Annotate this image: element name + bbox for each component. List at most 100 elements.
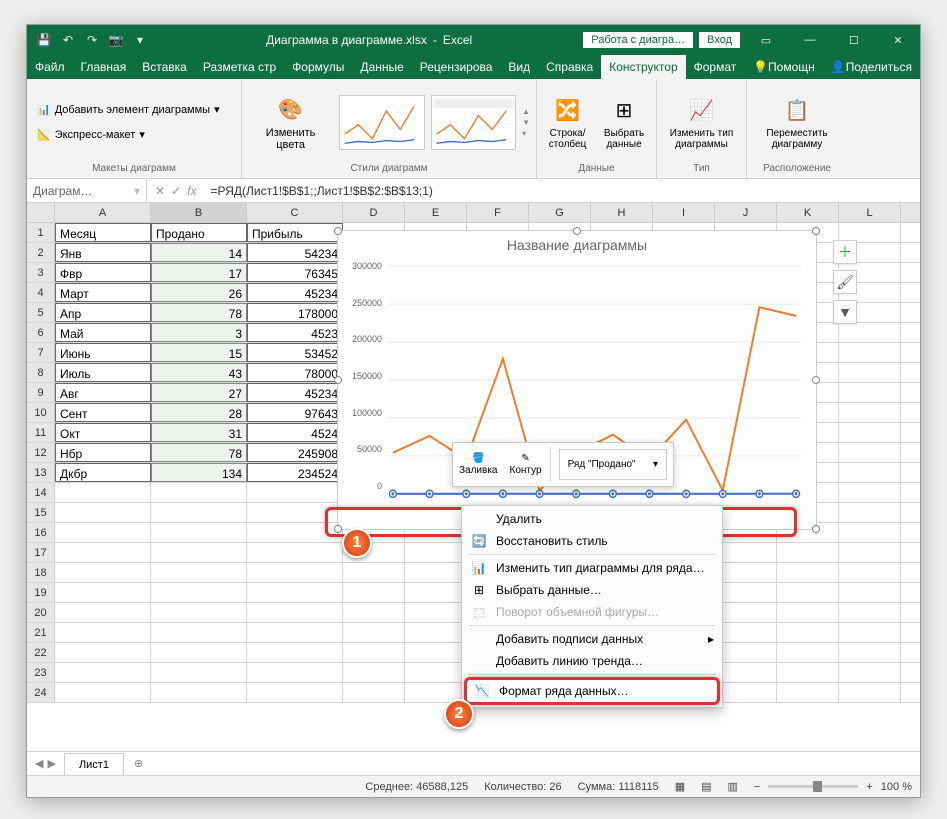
- camera-icon[interactable]: 📷: [109, 33, 123, 47]
- ctx-add-labels[interactable]: Добавить подписи данных▸: [464, 628, 720, 650]
- cell[interactable]: [839, 363, 901, 382]
- col-header-J[interactable]: J: [715, 203, 777, 222]
- cell[interactable]: [55, 583, 151, 602]
- cell[interactable]: [343, 603, 405, 622]
- cell[interactable]: 4524: [247, 423, 343, 442]
- fx-icon[interactable]: fx: [187, 184, 196, 198]
- tab-help[interactable]: Справка: [538, 55, 601, 79]
- cell[interactable]: [343, 643, 405, 662]
- cell[interactable]: 134: [151, 463, 247, 482]
- cell[interactable]: [405, 603, 467, 622]
- cell[interactable]: [55, 603, 151, 622]
- cell[interactable]: [715, 663, 777, 682]
- cell[interactable]: Месяц: [55, 223, 151, 242]
- cell[interactable]: [151, 563, 247, 582]
- cell[interactable]: [715, 563, 777, 582]
- cell[interactable]: [839, 663, 901, 682]
- cell[interactable]: [151, 643, 247, 662]
- cell[interactable]: 234524: [247, 463, 343, 482]
- view-page-layout-icon[interactable]: ▤: [701, 780, 711, 793]
- cell[interactable]: Окт: [55, 423, 151, 442]
- cell[interactable]: [247, 663, 343, 682]
- redo-icon[interactable]: ↷: [85, 33, 99, 47]
- cell[interactable]: [839, 603, 901, 622]
- row-header-21[interactable]: 21: [27, 623, 55, 642]
- col-header-K[interactable]: K: [777, 203, 839, 222]
- cell[interactable]: Март: [55, 283, 151, 302]
- cell[interactable]: [405, 663, 467, 682]
- cell[interactable]: [839, 583, 901, 602]
- ctx-select-data[interactable]: ⊞Выбрать данные…: [464, 579, 720, 601]
- share-button[interactable]: 👤 Поделиться: [823, 55, 920, 79]
- cell[interactable]: [247, 563, 343, 582]
- cancel-fx-icon[interactable]: ✕: [155, 184, 165, 198]
- row-header-15[interactable]: 15: [27, 503, 55, 522]
- row-header-17[interactable]: 17: [27, 543, 55, 562]
- cell[interactable]: [55, 563, 151, 582]
- cell[interactable]: [777, 563, 839, 582]
- cell[interactable]: [55, 643, 151, 662]
- ctx-delete[interactable]: Удалить: [464, 508, 720, 530]
- row-header-11[interactable]: 11: [27, 423, 55, 442]
- cell[interactable]: 78000: [247, 363, 343, 382]
- cell[interactable]: 31: [151, 423, 247, 442]
- select-data-button[interactable]: ⊞ Выбрать данные: [598, 92, 650, 152]
- quick-layout-button[interactable]: 📐 Экспресс-макет ▾: [33, 126, 149, 143]
- cell[interactable]: [55, 663, 151, 682]
- ribbon-options-icon[interactable]: ▭: [744, 25, 788, 55]
- row-header-22[interactable]: 22: [27, 643, 55, 662]
- cell[interactable]: [839, 503, 901, 522]
- row-header-12[interactable]: 12: [27, 443, 55, 462]
- login-button[interactable]: Вход: [699, 32, 740, 48]
- col-header-G[interactable]: G: [529, 203, 591, 222]
- cell[interactable]: 15: [151, 343, 247, 362]
- cell[interactable]: [343, 583, 405, 602]
- cell[interactable]: [777, 543, 839, 562]
- zoom-out-icon[interactable]: −: [754, 781, 760, 793]
- cell[interactable]: 28: [151, 403, 247, 422]
- row-header-24[interactable]: 24: [27, 683, 55, 702]
- zoom-level[interactable]: 100 %: [881, 781, 912, 793]
- ctx-trendline[interactable]: Добавить линию тренда…: [464, 650, 720, 672]
- cell[interactable]: [151, 683, 247, 702]
- cell[interactable]: [55, 683, 151, 702]
- row-header-3[interactable]: 3: [27, 263, 55, 282]
- cell[interactable]: [247, 643, 343, 662]
- cell[interactable]: [405, 583, 467, 602]
- cell[interactable]: [777, 683, 839, 702]
- cell[interactable]: 26: [151, 283, 247, 302]
- view-normal-icon[interactable]: ▦: [675, 780, 685, 793]
- save-icon[interactable]: 💾: [37, 33, 51, 47]
- cell[interactable]: [247, 683, 343, 702]
- cell[interactable]: Апр: [55, 303, 151, 322]
- cell[interactable]: [839, 343, 901, 362]
- row-header-13[interactable]: 13: [27, 463, 55, 482]
- cell[interactable]: [151, 583, 247, 602]
- cell[interactable]: [777, 643, 839, 662]
- undo-icon[interactable]: ↶: [61, 33, 75, 47]
- col-header-H[interactable]: H: [591, 203, 653, 222]
- cell[interactable]: [247, 543, 343, 562]
- cell[interactable]: [839, 403, 901, 422]
- switch-row-col-button[interactable]: 🔀 Строка/столбец: [543, 92, 592, 152]
- tab-insert[interactable]: Вставка: [134, 55, 195, 79]
- cell[interactable]: 45234: [247, 283, 343, 302]
- cell[interactable]: [839, 563, 901, 582]
- row-header-1[interactable]: 1: [27, 223, 55, 242]
- cell[interactable]: Авг: [55, 383, 151, 402]
- cell[interactable]: [777, 603, 839, 622]
- cell[interactable]: [839, 323, 901, 342]
- tab-home[interactable]: Главная: [73, 55, 135, 79]
- minimize-button[interactable]: —: [788, 25, 832, 55]
- qat-more-icon[interactable]: ▾: [133, 33, 147, 47]
- cell[interactable]: [715, 623, 777, 642]
- col-header-E[interactable]: E: [405, 203, 467, 222]
- cell[interactable]: [839, 463, 901, 482]
- chart-filters-button[interactable]: ▼: [833, 300, 857, 324]
- cell[interactable]: Дкбр: [55, 463, 151, 482]
- cell[interactable]: [55, 523, 151, 542]
- cell[interactable]: 245908: [247, 443, 343, 462]
- cell[interactable]: Нбр: [55, 443, 151, 462]
- cell[interactable]: [55, 483, 151, 502]
- row-header-8[interactable]: 8: [27, 363, 55, 382]
